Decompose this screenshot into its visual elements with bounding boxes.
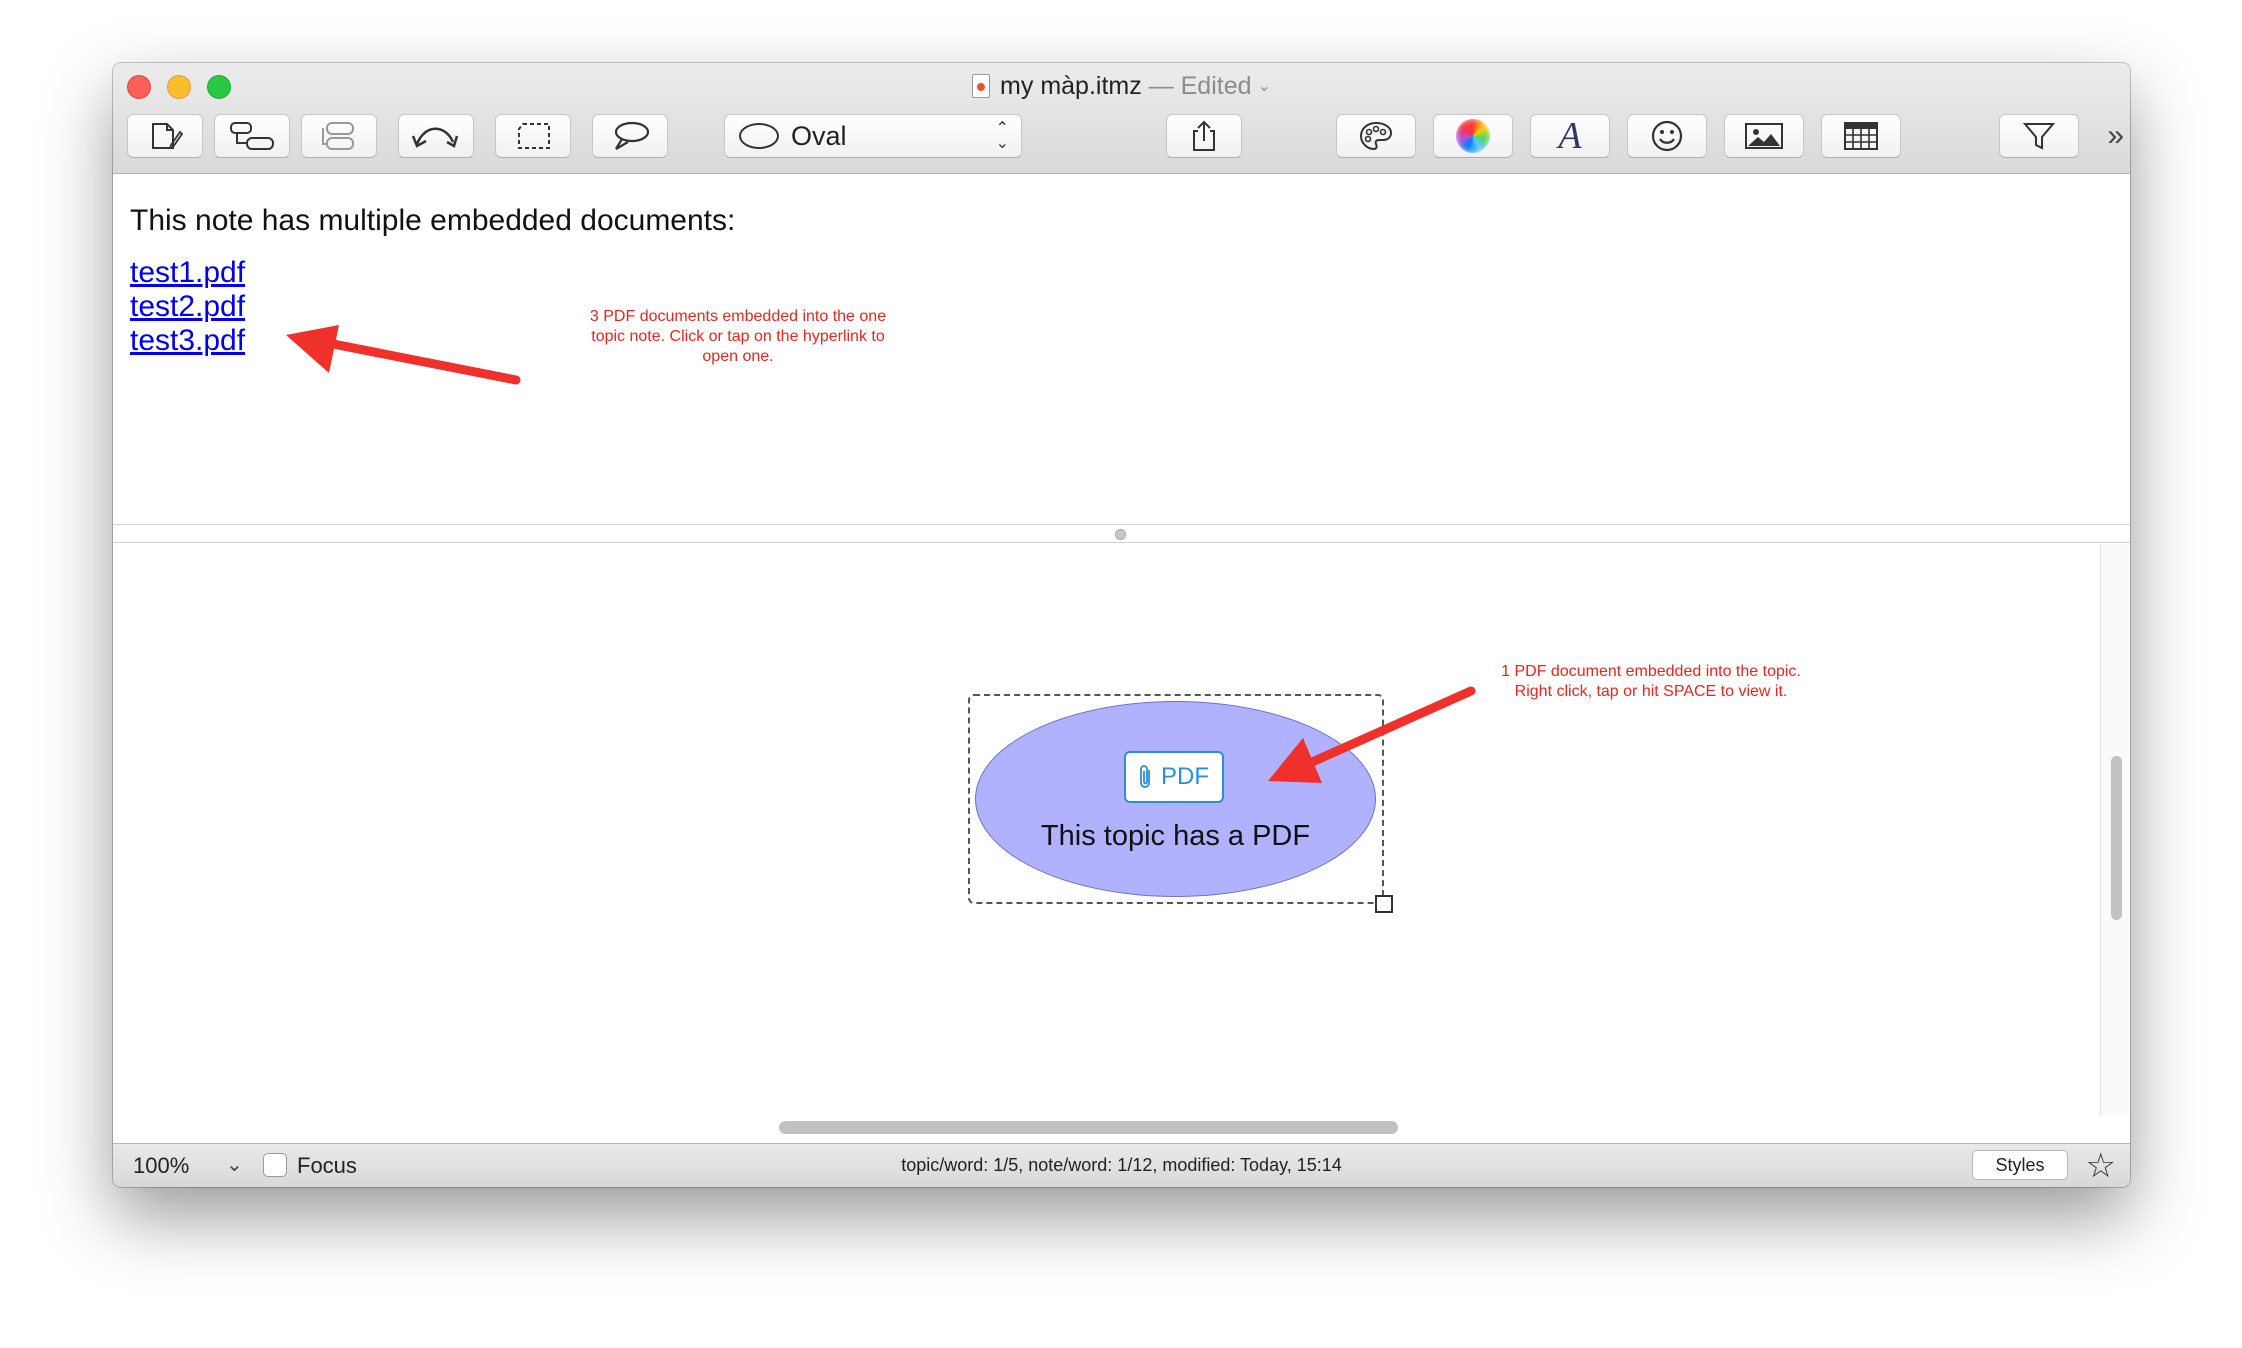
callout-button[interactable] <box>592 114 668 158</box>
image-icon <box>1745 123 1783 149</box>
status-bar: 100% ⌄ Focus topic/word: 1/5, note/word:… <box>113 1143 2130 1187</box>
vertical-scroll-thumb[interactable] <box>2111 756 2122 920</box>
pane-splitter[interactable] <box>113 524 2130 543</box>
edited-status: — Edited <box>1148 72 1252 100</box>
note-heading: This note has multiple embedded document… <box>130 204 736 237</box>
topic-annotation: 1 PDF document embedded into the topic. … <box>1461 662 1841 702</box>
shape-select[interactable]: Oval ⌃ ⌄ <box>724 114 1022 158</box>
table-button[interactable] <box>1821 114 1901 158</box>
up-down-chevron-icon: ⌃ ⌄ <box>995 120 1009 152</box>
topic-annotation-line: 1 PDF document embedded into the topic. <box>1501 663 1801 680</box>
horizontal-scroll-thumb[interactable] <box>779 1121 1398 1134</box>
new-note-button[interactable] <box>127 114 203 158</box>
topic-label: This topic has a PDF <box>1040 820 1311 852</box>
emoji-icon <box>1651 120 1683 152</box>
callout-icon <box>614 121 650 150</box>
palette-icon <box>1359 121 1393 151</box>
document-stats: topic/word: 1/5, note/word: 1/12, modifi… <box>901 1155 1342 1175</box>
colors-button[interactable] <box>1433 114 1513 158</box>
topic-annotation-line: Right click, tap or hit SPACE to view it… <box>1514 683 1788 700</box>
splitter-handle[interactable] <box>1115 529 1126 540</box>
add-subtopic-icon <box>230 122 274 150</box>
color-wheel-icon <box>1456 119 1490 153</box>
relation-button[interactable] <box>398 114 474 158</box>
add-subtopic-button[interactable] <box>214 114 290 158</box>
shape-select-value: Oval <box>791 120 847 151</box>
document-name: my màp.itmz <box>1000 72 1142 100</box>
image-button[interactable] <box>1724 114 1804 158</box>
new-note-icon <box>152 123 184 150</box>
note-annotation: 3 PDF documents embedded into the one to… <box>568 307 908 367</box>
add-sibling-icon <box>322 122 354 150</box>
note-link-test2[interactable]: test2.pdf <box>130 290 245 324</box>
note-annotation-line: topic note. Click or tap on the hyperlin… <box>591 328 885 345</box>
fonts-button[interactable]: A <box>1530 114 1610 158</box>
note-link-test1[interactable]: test1.pdf <box>130 256 245 290</box>
share-icon <box>1193 120 1215 151</box>
window-title[interactable]: my màp.itmz — Edited ⌄ <box>113 71 2130 101</box>
boundary-button[interactable] <box>495 114 571 158</box>
note-pane[interactable]: This note has multiple embedded document… <box>113 175 2130 524</box>
paperclip-icon <box>1140 765 1150 788</box>
font-icon: A <box>1558 115 1582 157</box>
emoji-button[interactable] <box>1627 114 1707 158</box>
toolbar-overflow-button[interactable]: » <box>2107 119 2124 153</box>
oval-shape-icon <box>739 123 779 149</box>
star-icon[interactable]: ☆ <box>2086 1146 2116 1186</box>
styles-button[interactable]: Styles <box>1972 1150 2068 1180</box>
pdf-attachment-badge[interactable]: PDF <box>1124 751 1224 803</box>
boundary-icon <box>518 123 550 149</box>
chevron-down-icon: ⌄ <box>1257 78 1271 95</box>
topic-resize-handle[interactable] <box>1375 895 1393 913</box>
note-annotation-line: 3 PDF documents embedded into the one <box>589 308 887 325</box>
title-bar: my màp.itmz — Edited ⌄ Oval ⌃ ⌄ A » <box>113 63 2130 174</box>
vertical-scrollbar[interactable] <box>2100 544 2130 1115</box>
add-sibling-button[interactable] <box>301 114 377 158</box>
table-icon <box>1844 122 1878 150</box>
relation-arrow-icon <box>411 127 459 148</box>
note-annotation-line: open one. <box>702 348 774 365</box>
filter-button[interactable] <box>1999 114 2079 158</box>
app-window: my màp.itmz — Edited ⌄ Oval ⌃ ⌄ A » This… <box>113 63 2130 1187</box>
share-button[interactable] <box>1166 114 1242 158</box>
format-button[interactable] <box>1336 114 1416 158</box>
note-link-test3[interactable]: test3.pdf <box>130 324 245 358</box>
filter-icon <box>2022 123 2056 150</box>
document-icon <box>972 74 991 98</box>
pdf-badge-label: PDF <box>1161 763 1209 790</box>
